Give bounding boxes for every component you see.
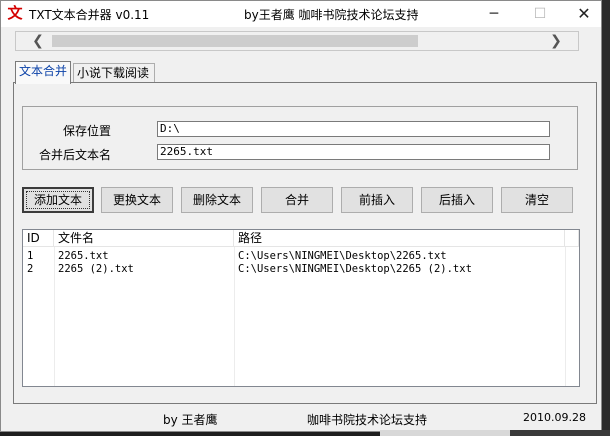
file-list[interactable]: ID 文件名 路径 1 2265.txt C:\Users\NINGMEI\De… [22, 229, 580, 387]
window-title: TXT文本合并器 v0.11 [29, 8, 150, 22]
add-text-button[interactable]: 添加文本 [22, 187, 94, 213]
tab-text-merge[interactable]: 文本合并 [15, 61, 71, 84]
table-row[interactable]: 2 2265 (2).txt C:\Users\NINGMEI\Desktop\… [23, 263, 579, 276]
row-filename: 2265.txt [58, 250, 109, 262]
minimize-button[interactable]: ─ [471, 1, 517, 27]
status-date: 2010.09.28 [523, 411, 586, 424]
tab-panel-text-merge: 保存位置 D:\ 合并后文本名 2265.txt 添加文本 更换文本 删除文本 … [13, 82, 597, 404]
background-window-edge [380, 430, 610, 436]
status-support: 咖啡书院技术论坛支持 [307, 413, 428, 427]
tab-novel-download[interactable]: 小说下载阅读 [73, 63, 155, 83]
window-subtitle: by王者鹰 咖啡书院技术论坛支持 [244, 8, 419, 22]
background-desktop [602, 0, 610, 436]
table-row[interactable]: 1 2265.txt C:\Users\NINGMEI\Desktop\2265… [23, 250, 579, 263]
close-button[interactable]: ✕ [561, 1, 607, 27]
merged-name-label: 合并后文本名 [38, 148, 111, 162]
background-window-highlight [380, 430, 510, 436]
settings-group: 保存位置 D:\ 合并后文本名 2265.txt [22, 106, 578, 170]
save-location-label: 保存位置 [62, 124, 111, 138]
app-logo-icon: 文 [7, 4, 23, 22]
merged-name-field[interactable]: 2265.txt [157, 144, 550, 160]
row-id: 1 [27, 250, 34, 262]
title-bar[interactable]: 文 TXT文本合并器 v0.11 by王者鹰 咖啡书院技术论坛支持 ─ ☐ ✕ [1, 1, 601, 27]
clear-button[interactable]: 清空 [501, 187, 573, 213]
row-id: 2 [27, 263, 34, 275]
insert-before-button[interactable]: 前插入 [341, 187, 413, 213]
status-author: by 王者鹰 [163, 413, 218, 427]
column-header-path[interactable]: 路径 [234, 230, 565, 247]
row-filename: 2265 (2).txt [58, 263, 134, 275]
column-header-filename[interactable]: 文件名 [54, 230, 234, 247]
column-header-filler [565, 230, 579, 247]
scrollbar-thumb[interactable] [52, 35, 418, 47]
scroll-left-icon[interactable]: ❮ [28, 32, 48, 50]
row-path: C:\Users\NINGMEI\Desktop\2265.txt [238, 250, 447, 262]
status-bar: by 王者鹰 咖啡书院技术论坛支持 2010.09.28 [1, 405, 601, 431]
scroll-right-icon[interactable]: ❯ [546, 32, 566, 50]
focus-rect [26, 191, 90, 209]
save-location-field[interactable]: D:\ [157, 121, 550, 137]
merge-button[interactable]: 合并 [261, 187, 333, 213]
replace-text-button[interactable]: 更换文本 [101, 187, 173, 213]
list-header: ID 文件名 路径 [23, 230, 579, 247]
app-window: 文 TXT文本合并器 v0.11 by王者鹰 咖啡书院技术论坛支持 ─ ☐ ✕ … [0, 0, 602, 432]
row-path: C:\Users\NINGMEI\Desktop\2265 (2).txt [238, 263, 472, 275]
maximize-button[interactable]: ☐ [517, 1, 563, 27]
column-header-id[interactable]: ID [23, 230, 54, 247]
insert-after-button[interactable]: 后插入 [421, 187, 493, 213]
horizontal-scrollbar[interactable]: ❮ ❯ [15, 31, 579, 51]
delete-text-button[interactable]: 删除文本 [181, 187, 253, 213]
